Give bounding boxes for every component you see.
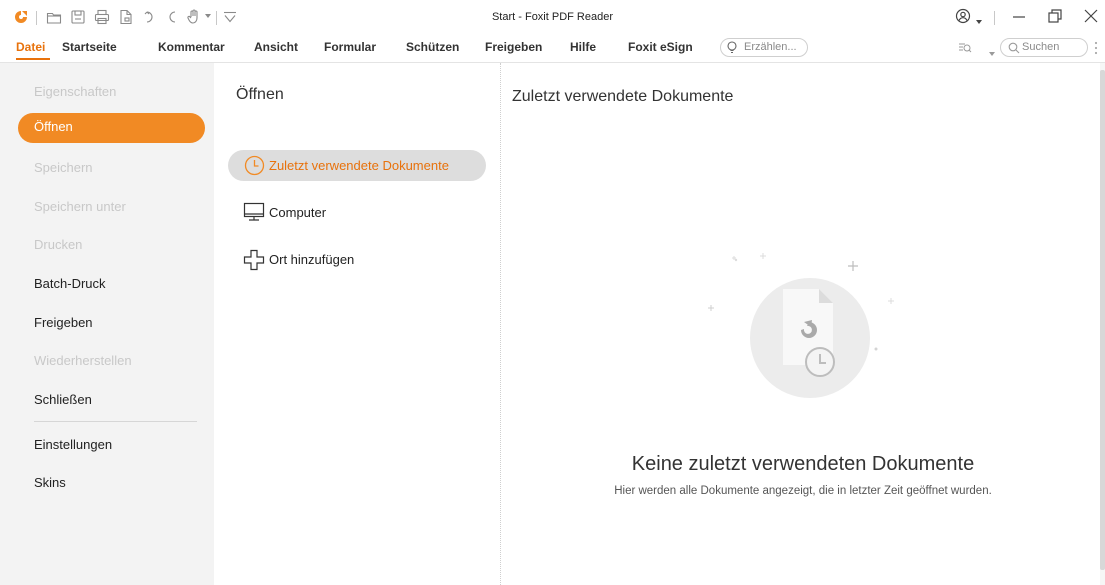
tell-me-placeholder: Erzählen...: [744, 41, 797, 53]
recent-documents-title: Zuletzt verwendete Dokumente: [512, 88, 734, 105]
window-controls-separator: [994, 11, 995, 25]
menu-freigeben[interactable]: Freigeben: [485, 40, 542, 54]
menu-formular[interactable]: Formular: [324, 40, 376, 54]
file-menu-eigenschaften[interactable]: Eigenschaften: [34, 84, 116, 99]
search-icon: [1008, 41, 1020, 59]
file-menu-einstellungen[interactable]: Einstellungen: [34, 437, 112, 452]
search-placeholder: Suchen: [1022, 41, 1060, 53]
file-menu-wiederherstellen[interactable]: Wiederherstellen: [34, 353, 132, 368]
minimize-icon[interactable]: [1010, 8, 1028, 31]
file-menu-divider: [34, 421, 197, 422]
close-icon[interactable]: [1082, 7, 1100, 30]
file-menu-drucken[interactable]: Drucken: [34, 237, 82, 252]
option-add-location[interactable]: Ort hinzufügen: [269, 252, 354, 267]
plus-icon: [243, 249, 265, 276]
more-options-icon[interactable]: [1094, 40, 1098, 61]
file-menu-freigeben[interactable]: Freigeben: [34, 315, 93, 330]
active-menu-indicator: [16, 58, 50, 60]
empty-state-subtitle: Hier werden alle Dokumente angezeigt, di…: [614, 485, 992, 497]
option-recent-documents-label[interactable]: Zuletzt verwendete Dokumente: [269, 158, 449, 173]
lightbulb-icon: [726, 41, 738, 59]
search-options-dropdown-icon[interactable]: [988, 45, 996, 63]
menu-hilfe[interactable]: Hilfe: [570, 40, 596, 54]
panel-divider: [500, 63, 501, 585]
scrollbar-thumb[interactable]: [1100, 70, 1105, 570]
option-computer[interactable]: Computer: [269, 205, 326, 220]
title-bar: Start - Foxit PDF Reader: [0, 0, 1105, 36]
ribbon-menu-bar: Datei Startseite Kommentar Ansicht Formu…: [0, 36, 1105, 63]
menu-foxit-esign[interactable]: Foxit eSign: [628, 40, 693, 54]
menu-startseite[interactable]: Startseite: [62, 40, 117, 54]
file-menu-skins[interactable]: Skins: [34, 475, 66, 490]
account-dropdown-icon[interactable]: [975, 13, 983, 31]
open-panel-title: Öffnen: [236, 86, 284, 103]
menu-schuetzen[interactable]: Schützen: [406, 40, 459, 54]
menu-kommentar[interactable]: Kommentar: [158, 40, 225, 54]
search-options-icon[interactable]: [958, 41, 972, 59]
clock-icon: [244, 155, 265, 181]
empty-state-title: Keine zuletzt verwendeten Dokumente: [631, 453, 975, 475]
menu-ansicht[interactable]: Ansicht: [254, 40, 298, 54]
file-menu-speichern[interactable]: Speichern: [34, 160, 93, 175]
file-menu-batch-druck[interactable]: Batch-Druck: [34, 276, 106, 291]
file-menu-oeffnen[interactable]: Öffnen: [34, 119, 73, 134]
file-menu-schliessen[interactable]: Schließen: [34, 392, 92, 407]
account-icon[interactable]: [955, 8, 971, 29]
window-title: Start - Foxit PDF Reader: [491, 11, 614, 23]
monitor-icon: [243, 201, 265, 228]
menu-datei[interactable]: Datei: [16, 40, 45, 54]
file-menu-speichern-unter[interactable]: Speichern unter: [34, 199, 126, 214]
no-documents-illustration-icon: [700, 250, 910, 405]
restore-icon[interactable]: [1046, 7, 1064, 30]
